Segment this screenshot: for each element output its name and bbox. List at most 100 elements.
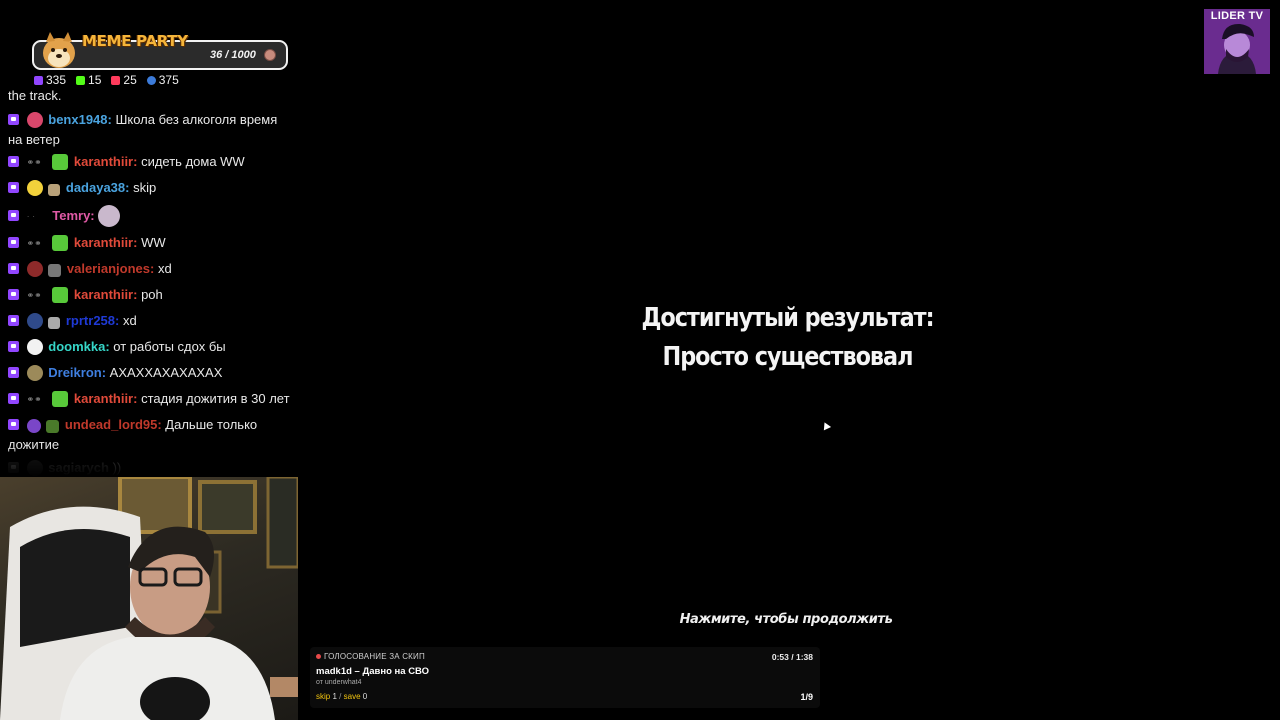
chat-message: ⚭⚭ karanthiir: WW — [8, 233, 292, 253]
chat-message: ⚭⚭ karanthiir: стадия дожития в 30 лет — [8, 389, 292, 409]
stat-kick: 15 — [76, 73, 101, 87]
chat-message: · · Temry: — [8, 204, 292, 228]
continue-button[interactable]: Нажмите, чтобы продолжить — [650, 612, 922, 627]
twitch-icon — [8, 156, 19, 167]
lider-tv-logo: LIDER TV — [1204, 9, 1270, 74]
chat-text: xd — [157, 261, 172, 276]
skip-vote-panel: ГОЛОСОВАНИЕ ЗА СКИП 0:53 / 1:38 madk1d –… — [310, 647, 820, 708]
twitch-icon — [8, 263, 19, 274]
doge-icon — [43, 32, 75, 68]
sub-badge-icon — [26, 180, 43, 196]
meme-coin-icon — [264, 49, 276, 61]
vote-queue-position: 1/9 — [800, 692, 813, 702]
speaker-icon — [48, 317, 61, 329]
chat-partial-line: the track. — [8, 88, 62, 103]
platform-viewer-stats: 335 15 25 375 — [34, 73, 179, 87]
save-label: save — [343, 692, 361, 701]
glasses-badge-icon: ⚭⚭ — [26, 290, 42, 300]
twitch-icon — [8, 367, 19, 378]
meme-party-progress: 36 / 1000 — [210, 49, 256, 61]
stat-viewers-value: 375 — [158, 73, 179, 87]
avatar — [26, 365, 43, 381]
skip-count: 1 — [332, 692, 337, 701]
badge-icon — [46, 420, 60, 433]
chat-username[interactable]: benx1948: — [48, 112, 112, 127]
cat-badge-icon — [52, 235, 69, 251]
chat-panel[interactable]: the track. benx1948: Школа без алкоголя … — [0, 86, 298, 476]
chat-text: xd — [122, 313, 137, 328]
twitch-icon — [8, 315, 19, 326]
twitch-icon — [8, 393, 19, 404]
chat-username[interactable]: karanthiir: — [74, 391, 138, 406]
glasses-badge-icon: ⚭⚭ — [26, 238, 42, 248]
viewers-icon — [146, 75, 156, 85]
chat-text: WW — [141, 235, 166, 250]
mouse-cursor-icon — [820, 420, 832, 431]
result-value: Просто существовал — [662, 342, 914, 372]
chat-message: ⚭⚭ karanthiir: сидеть дома WW — [8, 152, 292, 172]
stat-twitch-value: 335 — [46, 73, 67, 87]
chat-message: ⚭⚭ karanthiir: poh — [8, 285, 292, 305]
chat-username[interactable]: dadaya38: — [66, 180, 130, 195]
cat-badge-icon — [52, 391, 69, 407]
logo-avatar-icon — [1218, 23, 1256, 74]
vote-tally: skip 1 / save 0 — [316, 692, 368, 701]
kick-icon — [76, 75, 86, 85]
chat-message: doomkka: от работы сдох бы — [8, 337, 292, 357]
twitch-icon — [8, 237, 19, 248]
cat-badge-icon — [52, 154, 69, 170]
stat-kick-value: 15 — [88, 73, 102, 87]
avatar — [26, 112, 43, 128]
vkplay-icon — [111, 75, 121, 85]
chat-text: стадия дожития в 30 лет — [141, 391, 290, 406]
twitch-icon — [8, 114, 19, 125]
glasses-badge-icon: ⚭⚭ — [26, 394, 42, 404]
twitch-icon — [8, 419, 19, 430]
heart-badge-icon — [48, 184, 61, 196]
vote-track-title: madk1d – Давно на СВО — [316, 666, 430, 677]
stat-vkplay: 25 — [111, 73, 137, 87]
stat-viewers: 375 — [146, 73, 179, 87]
chat-username[interactable]: rprtr258: — [66, 313, 119, 328]
chat-text: сидеть дома WW — [141, 154, 245, 169]
chat-username[interactable]: Temry: — [52, 208, 94, 223]
stat-twitch: 335 — [34, 73, 66, 87]
badge-icon: · · — [26, 211, 36, 221]
avatar — [26, 261, 43, 277]
chat-username[interactable]: karanthiir: — [74, 154, 138, 169]
stat-vkplay-value: 25 — [123, 73, 137, 87]
emote-icon — [98, 205, 121, 227]
chat-message: dadaya38: skip — [8, 178, 292, 198]
chat-message: valerianjones: xd — [8, 259, 292, 279]
chat-text: АХАХХАХАХАХАХ — [109, 365, 223, 380]
chat-text: skip — [133, 180, 157, 195]
twitch-icon — [8, 210, 19, 221]
twitch-icon — [8, 289, 19, 300]
chat-text: от работы сдох бы — [113, 339, 226, 354]
chat-username[interactable]: undead_lord95: — [65, 417, 162, 432]
chat-username[interactable]: karanthiir: — [74, 235, 138, 250]
avatar — [26, 339, 43, 355]
meme-party-title: MEME PARTY — [82, 32, 188, 50]
chat-username[interactable]: karanthiir: — [74, 287, 138, 302]
chat-fade-overlay — [0, 446, 298, 476]
vote-header: ГОЛОСОВАНИЕ ЗА СКИП — [324, 652, 425, 661]
skip-label: skip — [316, 692, 331, 701]
chat-username[interactable]: Dreikron: — [48, 365, 106, 380]
avatar — [26, 313, 43, 329]
glasses-badge-icon: ⚭⚭ — [26, 157, 42, 167]
badge-icon — [48, 264, 62, 277]
chat-username[interactable]: doomkka: — [48, 339, 109, 354]
twitch-icon — [8, 341, 19, 352]
vote-timer: 0:53 / 1:38 — [771, 652, 813, 662]
chat-username[interactable]: valerianjones: — [67, 261, 154, 276]
vote-requester: от underwhat4 — [316, 679, 362, 686]
live-dot-icon — [316, 654, 321, 659]
webcam-feed — [0, 477, 298, 720]
webcam-image — [0, 477, 298, 720]
twitch-icon — [34, 75, 43, 85]
result-title: Достигнутый результат: — [641, 303, 935, 333]
cat-badge-icon — [52, 287, 69, 303]
user-badge-icon — [26, 419, 41, 433]
chat-message: rprtr258: xd — [8, 311, 292, 331]
